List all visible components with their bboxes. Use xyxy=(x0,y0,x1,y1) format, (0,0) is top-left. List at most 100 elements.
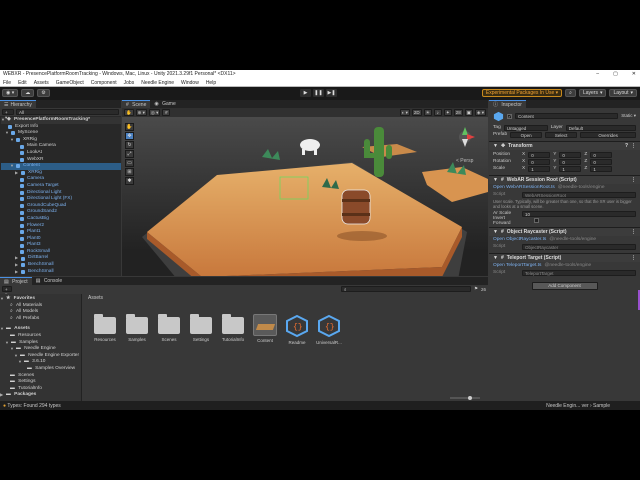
more-icon[interactable]: ⋮ xyxy=(631,229,636,235)
asset-prefab[interactable]: Content xyxy=(249,314,281,343)
global-dropdown[interactable]: ◎ ▾ xyxy=(148,109,161,116)
transform-tool-icon[interactable]: ⊞ xyxy=(125,168,134,176)
assets-header[interactable]: ▼ ▬ Assets xyxy=(0,326,81,333)
list-item[interactable]: ▬ Scenes xyxy=(0,373,81,380)
list-item[interactable]: Camera xyxy=(1,176,121,183)
asset-script[interactable]: {} Readme xyxy=(281,314,313,345)
account-dropdown[interactable]: ◉ ▾ xyxy=(2,89,19,97)
list-item[interactable]: Flower2 xyxy=(1,223,121,230)
list-item[interactable]: ▬ Samples Overview xyxy=(0,366,81,373)
orientation-gizmo[interactable] xyxy=(459,127,475,147)
position-x-field[interactable]: 0 xyxy=(528,151,551,158)
list-item[interactable]: ▼ XRRig xyxy=(1,137,121,144)
menu-assets[interactable]: Assets xyxy=(34,79,49,86)
webar-open-link[interactable]: Open WebARSessionRoot.ts xyxy=(493,185,555,190)
tab-scene[interactable]: # Scene xyxy=(122,100,151,108)
teleport-header[interactable]: ▼ # Teleport Target (Script) ⋮ xyxy=(489,253,640,262)
list-item[interactable]: GroundCubeQuad xyxy=(1,203,121,210)
experimental-packages-badge[interactable]: Experimental Packages In Use ▾ xyxy=(481,89,563,97)
breadcrumb[interactable]: Assets xyxy=(83,294,488,302)
invert-forward-checkbox[interactable] xyxy=(534,218,539,223)
lighting-toggle[interactable]: ☀ xyxy=(423,109,432,116)
list-item[interactable]: ▼ MyScene xyxy=(1,130,121,137)
list-item[interactable]: ▬ Resources xyxy=(0,333,81,340)
tab-inspector[interactable]: ⓘ Inspector xyxy=(489,100,526,108)
asset-folder[interactable]: Samples xyxy=(121,314,153,342)
prefab-open-button[interactable]: Open xyxy=(510,131,543,138)
asset-folder[interactable]: Resources xyxy=(89,314,121,342)
asset-folder[interactable]: TutorialInfo xyxy=(217,314,249,342)
rotation-z-field[interactable]: 0 xyxy=(590,158,613,165)
layout-dropdown[interactable]: Layout ▾ xyxy=(609,89,637,97)
more-icon[interactable]: ⋮ xyxy=(631,177,636,183)
project-search-input[interactable]: ⌕ xyxy=(340,286,471,292)
list-item[interactable]: Camera Target xyxy=(1,183,121,190)
asset-script[interactable]: {} UniversalR... xyxy=(313,314,345,345)
list-item[interactable]: Plant0 xyxy=(1,236,121,243)
asset-folder[interactable]: Scenes xyxy=(153,314,185,342)
scene-viewport[interactable]: < Persp ✋ ✥ ↻ ⤢ ▭ ⊞ ✱ xyxy=(122,117,488,276)
scale-z-field[interactable]: 1 xyxy=(590,165,613,172)
prefab-overrides-dropdown[interactable]: Overrides xyxy=(580,131,636,138)
grid-snap-button[interactable]: # xyxy=(162,109,171,116)
maximize-button[interactable]: ▢ xyxy=(613,70,618,79)
list-item[interactable]: Plant3 xyxy=(1,242,121,249)
play-button[interactable]: ▶ xyxy=(300,89,311,97)
more-icon[interactable]: ⋮ xyxy=(631,255,636,261)
list-item[interactable]: ▬ TutorialInfo xyxy=(0,386,81,393)
fx-toggle[interactable]: ✦ xyxy=(443,109,452,116)
tab-game[interactable]: ◉ Game xyxy=(150,100,179,108)
rotation-x-field[interactable]: 0 xyxy=(528,158,551,165)
camera-icon[interactable]: ▣ xyxy=(464,109,474,116)
list-item[interactable]: ⌕ All Materials xyxy=(0,303,81,310)
rotation-y-field[interactable]: 0 xyxy=(559,158,582,165)
list-item[interactable]: CactusBig xyxy=(1,216,121,223)
scale-x-field[interactable]: 1 xyxy=(528,165,551,172)
ar-scale-field[interactable]: 10 xyxy=(522,210,636,217)
object-name-field[interactable]: Content xyxy=(515,113,619,119)
list-item[interactable]: LookAt xyxy=(1,150,121,157)
teleport-open-link[interactable]: Open TeleportTarget.ts xyxy=(493,263,541,268)
tab-hierarchy[interactable]: ☰ Hierarchy xyxy=(0,100,36,108)
hand-tool-button[interactable]: ✋ xyxy=(124,109,134,116)
persp-label[interactable]: < Persp xyxy=(456,158,474,164)
raycaster-open-link[interactable]: Open ObjectRaycaster.ts xyxy=(493,237,546,242)
transform-header[interactable]: ▼ ✥ Transform? ⋮ xyxy=(489,141,640,150)
list-item[interactable]: ▼ ▬ Needle Engine xyxy=(0,346,81,353)
shading-mode-dropdown[interactable]: ◐ ▾ xyxy=(399,109,410,116)
collab-icon[interactable]: ⚙ xyxy=(37,89,50,97)
menu-window[interactable]: Window xyxy=(181,79,199,86)
zoom-slider[interactable] xyxy=(450,396,480,400)
hand-tool-icon[interactable]: ✋ xyxy=(125,123,134,131)
rect-tool-icon[interactable]: ▭ xyxy=(125,159,134,167)
list-item[interactable]: Directional Light (FX) xyxy=(1,196,121,203)
rotate-tool-icon[interactable]: ↻ xyxy=(125,141,134,149)
tab-project[interactable]: ▤ Project xyxy=(0,277,32,285)
custom-tool-icon[interactable]: ✱ xyxy=(125,177,134,185)
static-dropdown[interactable]: Static ▾ xyxy=(621,113,636,119)
menu-file[interactable]: File xyxy=(3,79,11,86)
menu-edit[interactable]: Edit xyxy=(18,79,27,86)
list-item[interactable]: ⌕ All Models xyxy=(0,309,81,316)
scene-root-row[interactable]: ▼ ◈ PresencePlatformRoomTracking* xyxy=(1,117,121,124)
list-item[interactable]: ▶ BenchSmall xyxy=(1,262,121,269)
status-right[interactable]: Needle Engin... ver › Sample xyxy=(546,403,640,409)
menu-help[interactable]: Help xyxy=(206,79,216,86)
filter-icon[interactable]: ⚑ xyxy=(474,286,478,292)
menu-component[interactable]: Component xyxy=(91,79,117,86)
step-button[interactable]: ▶❚ xyxy=(326,89,337,97)
close-button[interactable]: ✕ xyxy=(632,70,636,79)
minimize-button[interactable]: – xyxy=(596,70,599,79)
list-item[interactable]: Plant1 xyxy=(1,229,121,236)
move-tool-icon[interactable]: ✥ xyxy=(125,132,134,140)
audio-toggle[interactable]: ♪ xyxy=(433,109,442,116)
list-item[interactable]: ⌕ All Prefabs xyxy=(0,316,81,323)
2d-toggle[interactable]: 2D xyxy=(411,109,422,116)
search-icon[interactable]: ⌕ xyxy=(565,89,576,97)
layer-dropdown[interactable]: Default xyxy=(565,124,636,131)
cloud-icon[interactable]: ☁ xyxy=(21,89,35,97)
list-item[interactable]: RockSmall xyxy=(1,249,121,256)
menu-needle-engine[interactable]: Needle Engine xyxy=(141,79,174,86)
list-item[interactable]: ▬ Settings xyxy=(0,379,81,386)
hierarchy-search-input[interactable]: All xyxy=(16,109,119,115)
